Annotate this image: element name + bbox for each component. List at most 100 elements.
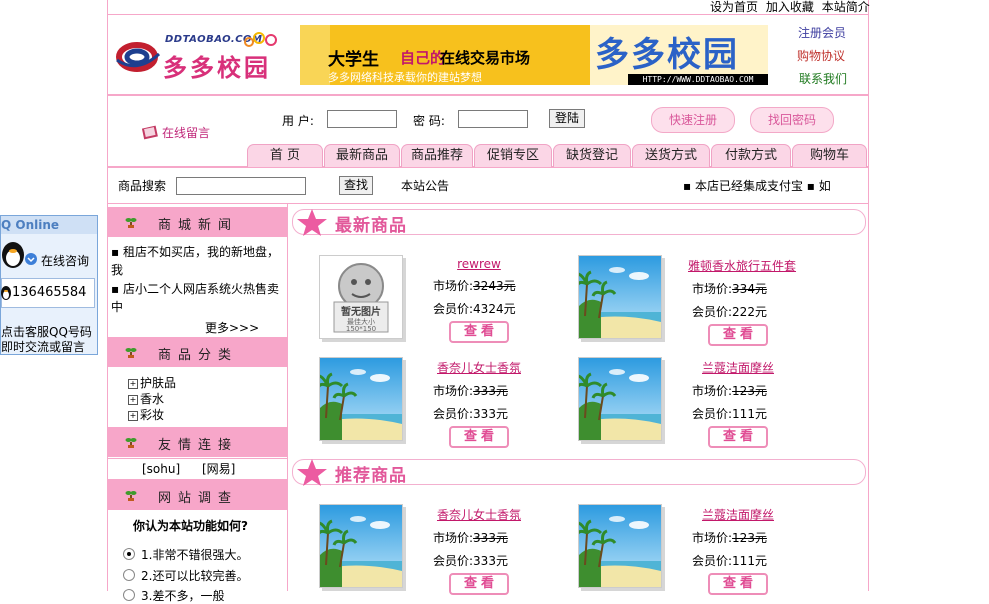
tab-promotion[interactable]: 促销专区 [474, 144, 552, 167]
poll-option-label: 1.非常不错很强大。 [141, 548, 249, 562]
qq-consult-label[interactable]: 在线咨询 [41, 252, 89, 269]
plant-icon [125, 218, 137, 228]
beach-image-icon [579, 505, 661, 587]
tab-newest[interactable]: 最新商品 [324, 144, 400, 167]
star-icon [297, 459, 327, 486]
view-button[interactable]: 查看 [708, 573, 768, 595]
news-item[interactable]: ▪ 租店不如买店，我的新地盘，我 [111, 243, 283, 279]
category-item[interactable]: + 彩妆 [128, 406, 164, 423]
news-more-link[interactable]: 更多>>> [205, 319, 259, 336]
book-icon [141, 125, 158, 140]
market-price: 市场价:333元 [433, 384, 508, 398]
set-homepage-link[interactable]: 设为首页 [710, 0, 758, 14]
product-image[interactable] [319, 504, 403, 588]
product-name[interactable]: 雅顿香水旅行五件套 [688, 257, 796, 274]
category-label: 香水 [140, 392, 165, 406]
svg-text:暂无图片: 暂无图片 [341, 305, 381, 318]
poll-option[interactable]: 3.差不多，一般 [123, 587, 224, 604]
product-name[interactable]: 兰蔻洁面摩丝 [688, 506, 788, 523]
newest-section-title: 最新商品 [335, 216, 407, 236]
links-section-header: 友情连接 [108, 427, 287, 457]
search-button[interactable]: 查找 [339, 176, 373, 195]
news-item[interactable]: ▪ 店小二个人网店系统火热售卖中 [111, 280, 283, 316]
tab-home[interactable]: 首 页 [247, 144, 323, 167]
tab-cart[interactable]: 购物车 [792, 144, 867, 167]
username-input[interactable] [327, 110, 397, 128]
view-button[interactable]: 查看 [708, 426, 768, 448]
product-name[interactable]: rewrew [429, 257, 529, 271]
product-name[interactable]: 兰蔻洁面摩丝 [688, 359, 788, 376]
qq-title: Q Online [1, 216, 97, 234]
view-button[interactable]: 查看 [449, 426, 509, 448]
category-title: 商品分类 [158, 348, 239, 363]
product-image[interactable] [578, 357, 662, 441]
product-info: rewrew 市场价:3243元 会员价:4324元 查看 [429, 257, 529, 343]
expand-icon[interactable]: + [128, 395, 138, 405]
member-price: 会员价:222元 [692, 305, 767, 319]
view-button[interactable]: 查看 [708, 324, 768, 346]
tab-recommended[interactable]: 商品推荐 [401, 144, 473, 167]
product-name[interactable]: 香奈儿女士香氛 [429, 359, 529, 376]
notice-marquee[interactable]: ▪ 本店已经集成支付宝 ▪ 如 [683, 177, 831, 194]
radio[interactable] [123, 569, 135, 581]
add-favorite-link[interactable]: 加入收藏 [766, 0, 814, 14]
market-price: 市场价:334元 [692, 282, 767, 296]
plant-icon [125, 348, 137, 358]
friend-link-163[interactable]: [网易] [202, 459, 235, 479]
category-item[interactable]: + 护肤品 [128, 374, 176, 391]
radio-selected[interactable] [123, 548, 135, 560]
recommended-section-title: 推荐商品 [335, 466, 407, 486]
product-image[interactable]: 暂无图片 最佳大小 150*150 [319, 255, 403, 339]
tab-delivery[interactable]: 送货方式 [632, 144, 710, 167]
shopping-agreement-link[interactable]: 购物协议 [797, 47, 845, 64]
sidebar-divider [287, 204, 288, 591]
poll-option[interactable]: 1.非常不错很强大。 [123, 546, 248, 563]
beach-image-icon [579, 358, 661, 440]
member-price: 会员价:111元 [692, 407, 767, 421]
category-label: 彩妆 [140, 408, 165, 422]
ad-banner[interactable]: 大学生 自己的 在线交易市场 多多校园 多多网络科技承载你的建站梦想 HTTP:… [300, 25, 768, 85]
view-button[interactable]: 查看 [449, 573, 509, 595]
product-image[interactable] [319, 357, 403, 441]
tab-out-of-stock[interactable]: 缺货登记 [553, 144, 631, 167]
site-logo[interactable]: DDTAOBAO.COM 多多校园 [115, 30, 290, 82]
product-name[interactable]: 香奈儿女士香氛 [429, 506, 529, 523]
header-divider [107, 94, 869, 96]
expand-icon[interactable]: + [128, 379, 138, 389]
member-price: 会员价:111元 [692, 554, 767, 568]
qq-online-widget[interactable]: Q Online 在线咨询 136465584 点击客服QQ号码 即时交流或留言 [0, 215, 98, 355]
tab-payment[interactable]: 付款方式 [711, 144, 791, 167]
category-item[interactable]: + 香水 [128, 390, 164, 407]
expand-icon[interactable]: + [128, 411, 138, 421]
register-member-link[interactable]: 注册会员 [798, 24, 846, 41]
contact-us-link[interactable]: 联系我们 [799, 70, 847, 87]
member-price: 会员价:4324元 [433, 302, 516, 316]
qq-number[interactable]: 136465584 [1, 278, 95, 308]
logo-chinese: 多多校园 [163, 53, 271, 82]
search-input[interactable] [176, 177, 306, 195]
product-image[interactable] [578, 504, 662, 588]
beach-image-icon [320, 505, 402, 587]
top-links: 设为首页 加入收藏 本站简介 [710, 0, 870, 15]
svg-text:150*150: 150*150 [346, 325, 376, 333]
quick-register-button[interactable]: 快速注册 [651, 107, 735, 133]
product-info: 兰蔻洁面摩丝 市场价:123元 会员价:111元 查看 [688, 359, 788, 448]
product-image[interactable] [578, 255, 662, 339]
about-site-link[interactable]: 本站简介 [822, 0, 870, 14]
plant-icon [125, 438, 137, 448]
view-button[interactable]: 查看 [449, 321, 509, 343]
login-button[interactable]: 登陆 [549, 109, 585, 128]
poll-option-label: 3.差不多，一般 [141, 589, 225, 603]
notice-label: 本站公告 [401, 179, 450, 193]
qq-tip-line2: 即时交流或留言 [1, 340, 86, 354]
banner-own: 自己的 [400, 49, 446, 67]
search-label: 商品搜索 [118, 179, 167, 193]
password-input[interactable] [458, 110, 528, 128]
friend-link-sohu[interactable]: [sohu] [142, 459, 180, 479]
find-password-button[interactable]: 找回密码 [750, 107, 834, 133]
poll-option-label: 2.还可以比较完善。 [141, 569, 249, 583]
plant-icon [125, 491, 137, 501]
poll-option[interactable]: 2.还可以比较完善。 [123, 567, 248, 584]
poll-question: 你认为本站功能如何? [133, 519, 248, 533]
guestbook-link[interactable]: 在线留言 [141, 124, 210, 141]
